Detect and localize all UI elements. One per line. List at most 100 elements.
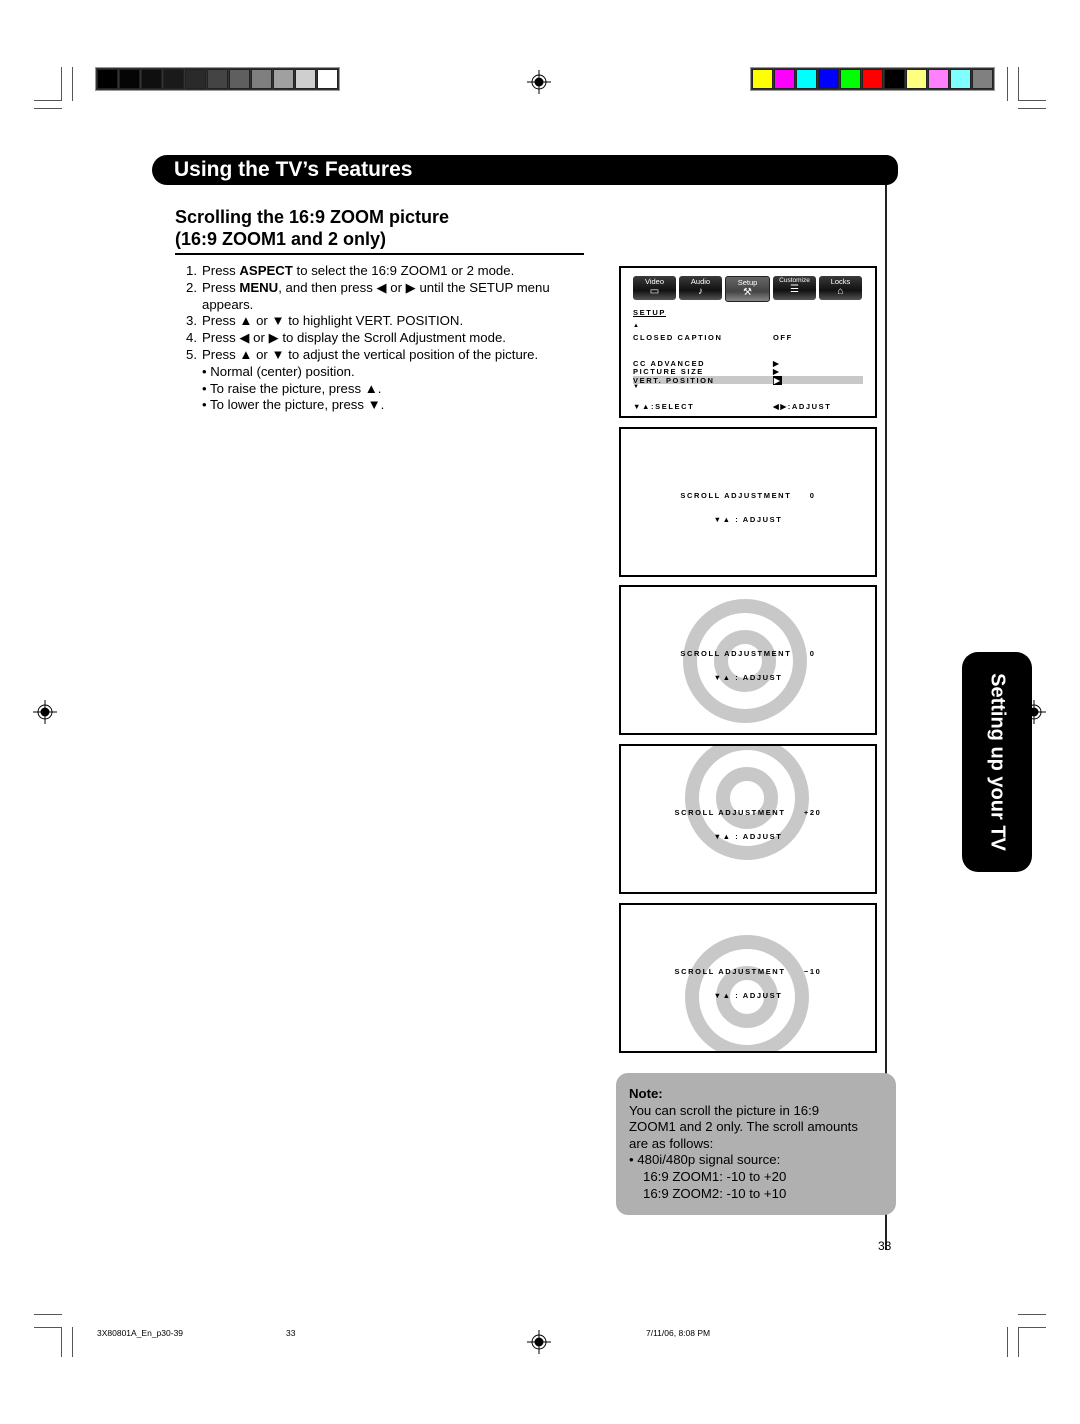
button-name: ASPECT [239,263,293,278]
tab-setup[interactable]: Setup ⚒ [725,276,770,302]
adjust-hint: ▼▲ : ADJUST [713,673,783,682]
color-swatch [141,69,162,89]
bullet-item: • Normal (center) position. [202,363,355,379]
color-swatch [273,69,294,89]
menu-item-vert-position[interactable]: VERT. POSITION ▶ [633,376,863,385]
scroll-value: +20 [803,808,822,817]
page-number: 33 [878,1239,892,1253]
scroll-adjustment-readout: SCROLL ADJUSTMENT −10 [674,967,822,976]
scroll-adjustment-screen: SCROLL ADJUSTMENT 0 ▼▲ : ADJUST [619,427,877,577]
scroll-value: 0 [809,649,816,658]
music-note-icon: ♪ [698,286,703,297]
color-swatch [906,69,927,89]
grayscale-bar [95,67,340,91]
heading-underline [175,253,584,255]
color-swatch [840,69,861,89]
menu-item-closed-caption[interactable]: CLOSED CAPTION OFF [633,333,863,342]
chapter-side-tab: Setting up your TV [962,652,1032,872]
color-swatch [97,69,118,89]
adjust-hint: ▼▲ : ADJUST [713,515,783,524]
bullet-item: • To lower the picture, press ▼. [202,397,385,413]
step-2: 2. Press MENU, and then press ◀ or ▶ unti… [186,279,550,295]
arrow-right-icon: ▶ [773,367,781,376]
menu-tabs: Video ▭ Audio ♪ Setup ⚒ Customize ☰ Locks ⌂ [633,276,862,302]
scroll-adjustment-readout: SCROLL ADJUSTMENT 0 [680,649,816,658]
step-3: 3. Press ▲ or ▼ to highlight VERT. POSITI… [186,313,464,329]
step-1: 1. Press ASPECT to select the 16:9 ZOOM1 … [186,263,515,278]
page-heading: Scrolling the 16:9 ZOOM picture (16:9 ZO… [175,206,449,250]
menu-item-cc-advanced[interactable]: CC ADVANCED ▶ [633,359,863,368]
note-text: You can scroll the picture in 16:9 [629,1102,820,1118]
color-swatch [950,69,971,89]
button-name: MENU [239,279,279,295]
scroll-adjustment-readout: SCROLL ADJUSTMENT 0 [680,491,816,500]
footer-datetime: 7/11/06, 8:08 PM [646,1328,711,1338]
color-swatch [207,69,228,89]
select-hint: ▼▲:SELECT [633,402,695,411]
wrench-icon: ⚒ [743,287,752,298]
color-swatch [928,69,949,89]
scroll-up-arrow-icon: ▲ [633,323,641,329]
lock-icon: ⌂ [837,286,844,297]
target-picture [683,599,807,723]
target-picture [685,935,809,1051]
adjust-hint: ▼▲ : ADJUST [713,832,783,841]
note-bullet: • 480i/480p signal source: [629,1152,781,1168]
note-text: ZOOM1 and 2 only. The scroll amounts [629,1119,858,1135]
color-swatch [295,69,316,89]
tab-video[interactable]: Video ▭ [633,276,676,300]
scroll-value: 0 [809,491,816,500]
color-bar [750,67,995,91]
color-swatch [818,69,839,89]
step-5: 5. Press ▲ or ▼ to adjust the vertical po… [186,346,539,362]
color-swatch [119,69,140,89]
registration-mark-icon [527,1330,551,1354]
section-title: Using the TV’s Features [174,158,413,181]
color-swatch [251,69,272,89]
color-swatch [972,69,993,89]
color-swatch [185,69,206,89]
scroll-adjustment-screen-raised: SCROLL ADJUSTMENT +20 ▼▲ : ADJUST [619,744,877,894]
registration-mark-icon [33,700,57,724]
setup-menu-screen: Video ▭ Audio ♪ Setup ⚒ Customize ☰ Locks ⌂ S… [619,266,877,418]
color-swatch [752,69,773,89]
scroll-value: −10 [803,967,822,976]
color-swatch [862,69,883,89]
arrow-right-icon: ▶ [773,376,783,385]
step-2-continued: appears. [202,296,254,312]
adjust-hint: ▼▲ : ADJUST [713,991,783,1000]
tab-locks[interactable]: Locks ⌂ [819,276,862,300]
menu-title: SETUP [633,308,667,317]
color-swatch [229,69,250,89]
footer-page: 33 [286,1328,296,1338]
registration-mark-icon [527,70,551,94]
scroll-adjustment-screen-center: SCROLL ADJUSTMENT 0 ▼▲ : ADJUST [619,585,877,735]
instruction-steps: 1. Press ASPECT to select the 16:9 ZOOM1 … [186,263,586,414]
section-header: Using the TV’s Features [152,155,898,185]
scroll-adjustment-screen-lowered: SCROLL ADJUSTMENT −10 ▼▲ : ADJUST [619,903,877,1053]
screen-icon: ▭ [649,286,660,297]
note-title: Note: [629,1086,663,1101]
color-swatch [796,69,817,89]
heading-line-2: (16:9 ZOOM1 and 2 only) [175,229,387,249]
note-box: Note: You can scroll the picture in 16:9… [616,1073,896,1215]
scroll-down-arrow-icon: ▼ [633,384,641,390]
target-picture [685,746,809,860]
note-text: are as follows: [629,1135,714,1151]
note-sub-item: 16:9 ZOOM2: -10 to +10 [643,1185,787,1201]
menu-item-picture-size[interactable]: PICTURE SIZE ▶ [633,367,863,376]
heading-line-1: Scrolling the 16:9 ZOOM picture [175,207,450,227]
color-swatch [163,69,184,89]
color-swatch [317,69,338,89]
color-swatch [774,69,795,89]
chapter-label: Setting up your TV [986,673,1009,851]
step-4: 4. Press ◀ or ▶ to display the Scroll Adj… [186,330,506,346]
bullet-item: • To raise the picture, press ▲. [202,380,382,396]
outer-ring [683,599,807,723]
tab-customize[interactable]: Customize ☰ [773,276,816,300]
note-sub-item: 16:9 ZOOM1: -10 to +20 [643,1168,787,1184]
adjust-hint: ◀▶:ADJUST [773,402,832,411]
color-swatch [884,69,905,89]
list-icon: ☰ [790,284,799,295]
tab-audio[interactable]: Audio ♪ [679,276,722,300]
